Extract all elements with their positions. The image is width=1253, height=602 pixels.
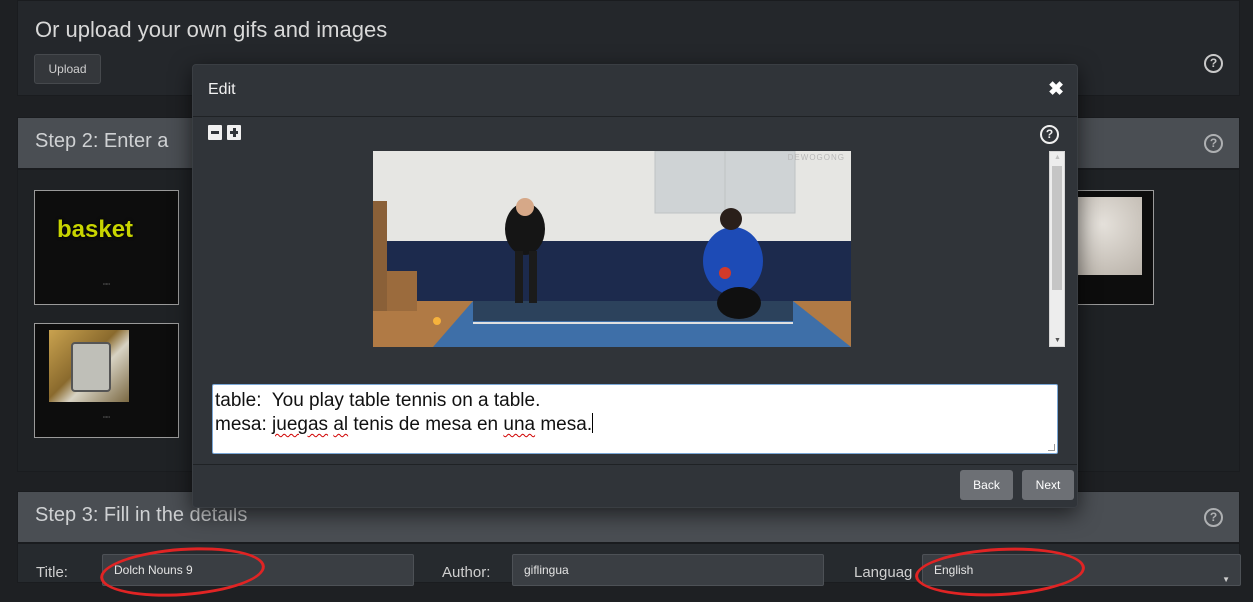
remove-slide-icon[interactable] [208,125,222,140]
caption-word: juegas [272,414,329,435]
modal-title: Edit [208,81,236,98]
resize-grip[interactable] [1048,444,1055,451]
modal-footer-divider [193,464,1077,465]
title-label: Title: [36,564,68,581]
help-icon[interactable]: ? [1204,54,1223,73]
table-tennis-image [373,151,851,347]
caption-word: al [333,414,349,435]
caption-text: mesa: [215,414,273,435]
thumbnail-image [49,330,129,402]
caption-line: table: You play table tennis on a table. [215,390,541,411]
help-icon[interactable]: ? [1040,125,1059,144]
caption-text: mesa. [535,414,593,435]
thumbnail-image [1076,197,1142,275]
scroll-down-icon[interactable]: ▼ [1054,337,1061,344]
help-icon[interactable]: ? [1204,134,1223,153]
details-row: Title: Dolch Nouns 9 Author: giflingua L… [17,543,1241,586]
scroll-thumb[interactable] [1052,166,1062,290]
caption-text: tenis de mesa en [348,414,504,435]
slide-thumbnail[interactable]: basket ••••• [34,190,179,305]
chevron-down-icon: ▼ [1222,575,1230,584]
scroll-up-icon[interactable]: ▲ [1054,154,1061,161]
preview-scrollbar[interactable]: ▲ ▼ [1049,151,1065,347]
help-icon[interactable]: ? [1204,508,1223,527]
language-value: English [934,563,974,577]
upload-button[interactable]: Upload [34,54,101,84]
caption-word: una [503,414,536,435]
gif-preview: DEWOGONG [373,151,851,347]
back-button[interactable]: Back [960,470,1013,500]
add-slide-icon[interactable] [227,125,241,140]
language-select[interactable]: English ▼ [922,554,1241,586]
edit-modal: Edit ✖ ? DEWOGONG ▲ ▼ table: You play ta… [192,64,1078,508]
language-label: Languag [854,564,913,581]
thumbnail-caption: ••••• [102,281,110,286]
modal-header: Edit ✖ [193,65,1077,117]
author-label: Author: [442,564,491,581]
text-caret [592,413,594,433]
thumbnail-word: basket [57,216,134,243]
gif-watermark: DEWOGONG [787,153,845,162]
slide-thumbnail[interactable]: ••••• [34,323,179,438]
author-input[interactable]: giflingua [512,554,824,586]
step2-title: Step 2: Enter a [35,130,169,152]
upload-heading: Or upload your own gifs and images [35,17,388,42]
caption-line: mesa: juegas al tenis de mesa en una mes… [215,413,1055,437]
next-button[interactable]: Next [1022,470,1074,500]
caption-textarea[interactable]: table: You play table tennis on a table.… [212,384,1058,454]
title-input[interactable]: Dolch Nouns 9 [102,554,414,586]
close-icon[interactable]: ✖ [1048,80,1064,99]
thumbnail-caption: ••••• [102,414,110,419]
